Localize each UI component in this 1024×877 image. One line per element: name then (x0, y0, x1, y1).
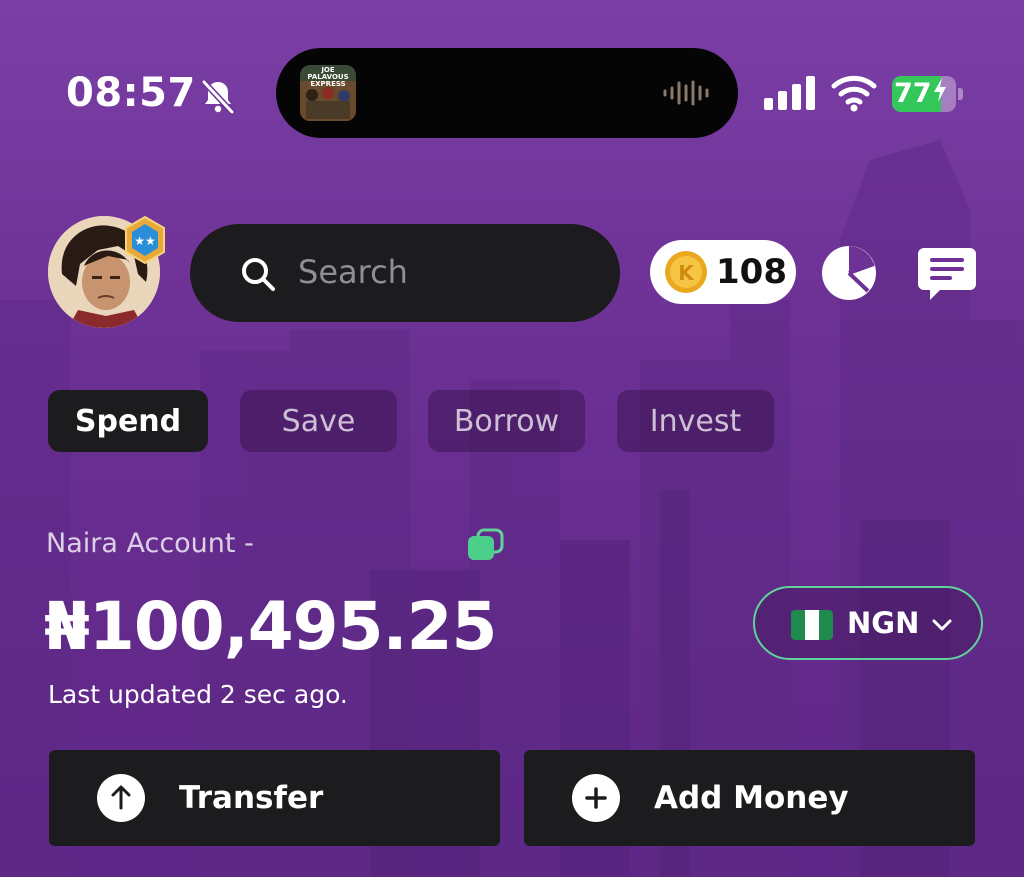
account-balance: ₦100,495.25 (44, 588, 497, 665)
coin-count: 108 (716, 252, 787, 292)
add-money-button[interactable]: Add Money (524, 750, 975, 846)
rank-badge-icon: ★★ (125, 216, 165, 264)
search-input[interactable]: Search (298, 253, 408, 291)
transfer-button[interactable]: Transfer (49, 750, 500, 846)
coins-balance-button[interactable]: K 108 (650, 240, 796, 304)
currency-code: NGN (847, 606, 920, 640)
charging-bolt-icon (933, 78, 946, 102)
wifi-icon (831, 75, 877, 112)
cellular-signal-icon (764, 76, 815, 110)
pie-chart-icon[interactable] (820, 244, 878, 302)
tab-save[interactable]: Save (240, 390, 397, 452)
svg-text:K: K (678, 261, 695, 285)
bell-muted-icon (201, 79, 235, 115)
search-bar[interactable]: Search (190, 224, 620, 322)
currency-selector[interactable]: NGN (753, 586, 983, 660)
tab-invest[interactable]: Invest (617, 390, 774, 452)
plus-icon (572, 774, 620, 822)
chevron-down-icon (932, 619, 952, 631)
tab-borrow[interactable]: Borrow (428, 390, 585, 452)
waveform-icon (663, 80, 709, 106)
search-icon (242, 258, 275, 291)
battery-indicator: 77 (892, 76, 966, 112)
battery-percent: 77 (894, 78, 948, 109)
transfer-label: Transfer (179, 780, 324, 816)
battery-body: 77 (892, 76, 956, 112)
album-art-title: JOE PALAVOUS EXPRESS (307, 66, 349, 88)
copy-icon[interactable] (466, 528, 504, 562)
tab-spend[interactable]: Spend (48, 390, 208, 452)
nigeria-flag-icon (791, 610, 833, 640)
message-icon[interactable] (918, 246, 976, 302)
arrow-up-icon (97, 774, 145, 822)
dynamic-island[interactable]: JOE PALAVOUS EXPRESS (276, 48, 738, 138)
coin-icon: K (665, 251, 707, 293)
last-updated-text: Last updated 2 sec ago. (48, 680, 348, 709)
add-money-label: Add Money (654, 780, 849, 816)
battery-cap (958, 88, 963, 100)
account-label: Naira Account - (46, 528, 254, 559)
status-time: 08:57 (66, 70, 196, 116)
svg-text:★★: ★★ (134, 234, 156, 248)
album-art: JOE PALAVOUS EXPRESS (300, 65, 356, 121)
battery-percent-value: 77 (894, 78, 932, 109)
